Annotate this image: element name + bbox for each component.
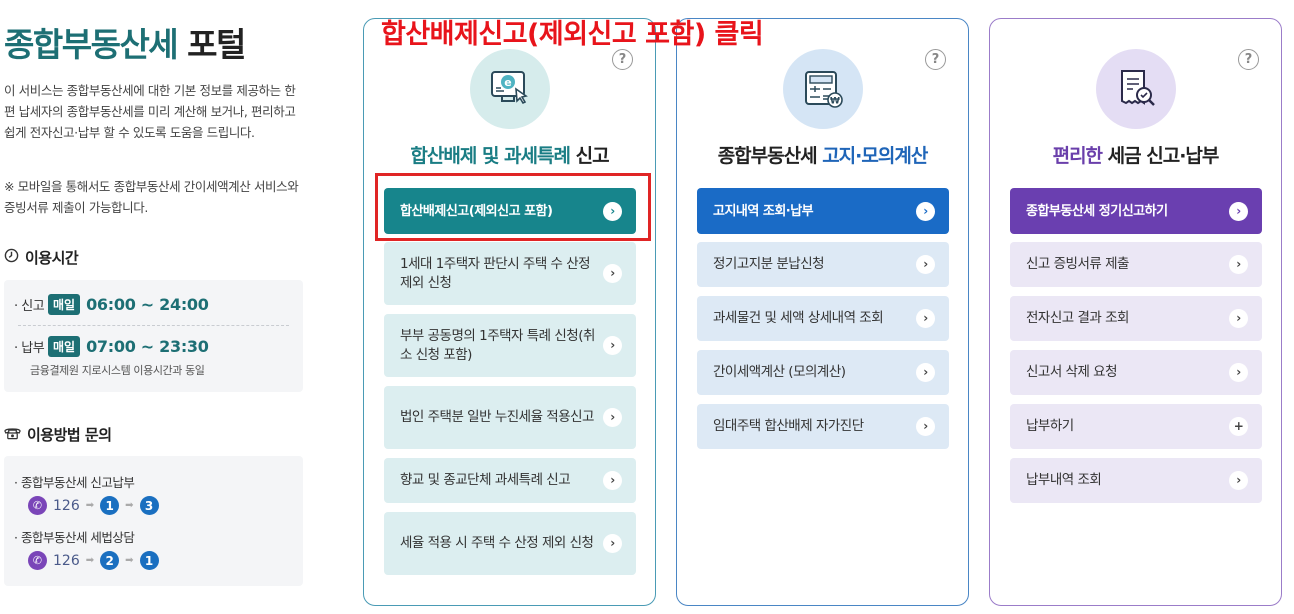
hours-label: 납부: [21, 341, 45, 356]
svg-text:₩: ₩: [830, 97, 840, 107]
card-link-button[interactable]: 세율 적용 시 주택 수 산정 제외 신청 ›: [384, 512, 636, 575]
page-title: 종합부동산세 포털: [4, 18, 246, 66]
clock-icon: [4, 248, 19, 267]
highlight-box: [375, 173, 651, 241]
phone-icon: ✆: [28, 496, 47, 515]
chevron-right-icon: ›: [603, 408, 622, 427]
phone-number: 126: [53, 497, 80, 514]
help-icon[interactable]: ?: [925, 49, 946, 70]
hours-note: 금융결제원 지로시스템 이용시간과 동일: [30, 364, 205, 377]
arrow-right-icon: ➡: [85, 555, 95, 566]
card-link-button[interactable]: 간이세액계산 (모의계산) ›: [697, 350, 949, 395]
chevron-right-icon: ›: [1229, 201, 1248, 221]
contact-box: · 종합부동산세 신고납부 ✆ 126 ➡ 1 ➡ 3 · 종합부동산세 세법상…: [4, 456, 303, 586]
contact-title: · 종합부동산세 세법상담: [14, 530, 135, 545]
chevron-right-icon: ›: [603, 336, 622, 355]
notice-payment-button[interactable]: 고지내역 조회·납부 ›: [697, 188, 949, 234]
card-link-button[interactable]: 임대주택 합산배제 자가진단 ›: [697, 404, 949, 449]
card-link-button[interactable]: 향교 및 종교단체 과세특례 신고 ›: [384, 458, 636, 503]
hours-row-payment: · 납부 매일 07:00 ~ 23:30: [14, 336, 209, 357]
help-icon[interactable]: ?: [612, 49, 633, 70]
card-link-button[interactable]: 부부 공동명의 1주택자 특례 신청(취소 신청 포함) ›: [384, 314, 636, 377]
card-link-button[interactable]: 정기고지분 분납신청 ›: [697, 242, 949, 287]
arrow-right-icon: ➡: [125, 555, 134, 566]
help-icon[interactable]: ?: [1238, 49, 1259, 70]
chevron-right-icon: ›: [1229, 255, 1248, 274]
chevron-right-icon: ›: [916, 417, 935, 436]
contact-sequence: ✆ 126 ➡ 2 ➡ 1: [28, 551, 159, 570]
hours-label: 신고: [21, 299, 45, 314]
chevron-right-icon: ›: [603, 534, 622, 553]
card-link-button[interactable]: 전자신고 결과 조회 ›: [1010, 296, 1262, 341]
calculator-icon: ₩: [782, 49, 863, 129]
chevron-right-icon: ›: [603, 264, 622, 283]
card-link-button[interactable]: 법인 주택분 일반 누진세율 적용신고 ›: [384, 386, 636, 449]
card-link-button[interactable]: 납부내역 조회 ›: [1010, 458, 1262, 503]
contact-title: · 종합부동산세 신고납부: [14, 475, 135, 490]
hours-box: · 신고 매일 06:00 ~ 24:00 · 납부 매일 07:00 ~ 23…: [4, 280, 303, 392]
step-number: 1: [139, 551, 159, 570]
page-title-teal: 종합부동산세: [4, 25, 179, 64]
chevron-right-icon: ›: [916, 363, 935, 382]
svg-text:e: e: [504, 76, 511, 89]
card-link-button[interactable]: 1세대 1주택자 판단시 주택 수 산정 제외 신청 ›: [384, 242, 636, 305]
telephone-icon: [4, 426, 21, 444]
daily-badge: 매일: [48, 294, 81, 315]
hours-row-filing: · 신고 매일 06:00 ~ 24:00: [14, 294, 209, 315]
card-link-button[interactable]: 과세물건 및 세액 상세내역 조회 ›: [697, 296, 949, 341]
card-notice-simulation: ? ₩ 종합부동산세 고지·모의계산 고지내역 조회·납부 › 정기고지분 분납신…: [676, 18, 969, 606]
plus-icon: +: [1229, 417, 1248, 436]
contact-heading-label: 이용방법 문의: [27, 426, 112, 444]
card-filing-payment: ? 편리한 세금 신고·납부 종합부동산세 정기신고하기 › 신고 증빙서류 제출…: [989, 18, 1282, 606]
intro-text: 이 서비스는 종합부동산세에 대한 기본 정보를 제공하는 한편 납세자의 종합…: [4, 83, 296, 140]
card-title: 편리한 세금 신고·납부: [1052, 145, 1220, 167]
hours-heading-label: 이용시간: [25, 249, 79, 267]
step-number: 1: [100, 496, 120, 515]
hours-time: 07:00 ~ 23:30: [86, 337, 209, 356]
computer-e-icon: e: [469, 49, 550, 129]
card-link-button[interactable]: 신고서 삭제 요청 ›: [1010, 350, 1262, 395]
hours-time: 06:00 ~ 24:00: [86, 295, 209, 314]
chevron-right-icon: ›: [916, 255, 935, 274]
card-exclusion-filing: ? e 합산배제 및 과세특례 신고 합산배제신고(제외신고 포함) › 1세대 …: [363, 18, 656, 606]
regular-filing-button[interactable]: 종합부동산세 정기신고하기 ›: [1010, 188, 1262, 234]
chevron-right-icon: ›: [1229, 471, 1248, 490]
hours-heading: 이용시간: [4, 247, 79, 268]
arrow-right-icon: ➡: [85, 500, 95, 511]
contact-sequence: ✆ 126 ➡ 1 ➡ 3: [28, 496, 159, 515]
divider: [18, 325, 289, 326]
step-number: 2: [100, 551, 120, 570]
payment-expand-button[interactable]: 납부하기 +: [1010, 404, 1262, 449]
card-title: 종합부동산세 고지·모의계산: [717, 145, 929, 167]
chevron-right-icon: ›: [1229, 363, 1248, 382]
step-number: 3: [139, 496, 159, 515]
phone-icon: ✆: [28, 551, 47, 570]
phone-number: 126: [53, 552, 80, 569]
receipt-search-icon: [1095, 49, 1176, 129]
instruction-annotation: 합산배제신고(제외신고 포함) 클릭: [381, 19, 764, 50]
contact-heading: 이용방법 문의: [4, 424, 112, 445]
chevron-right-icon: ›: [603, 471, 622, 490]
chevron-right-icon: ›: [916, 309, 935, 328]
mobile-note: ※ 모바일을 통해서도 종합부동산세 간이세액계산 서비스와 증빙서류 제출이 …: [4, 179, 299, 215]
card-link-button[interactable]: 신고 증빙서류 제출 ›: [1010, 242, 1262, 287]
daily-badge: 매일: [48, 336, 81, 357]
card-title: 합산배제 및 과세특례 신고: [410, 145, 609, 167]
page-title-dark: 포털: [187, 25, 246, 64]
chevron-right-icon: ›: [1229, 309, 1248, 328]
chevron-right-icon: ›: [916, 201, 935, 221]
arrow-right-icon: ➡: [125, 500, 134, 511]
